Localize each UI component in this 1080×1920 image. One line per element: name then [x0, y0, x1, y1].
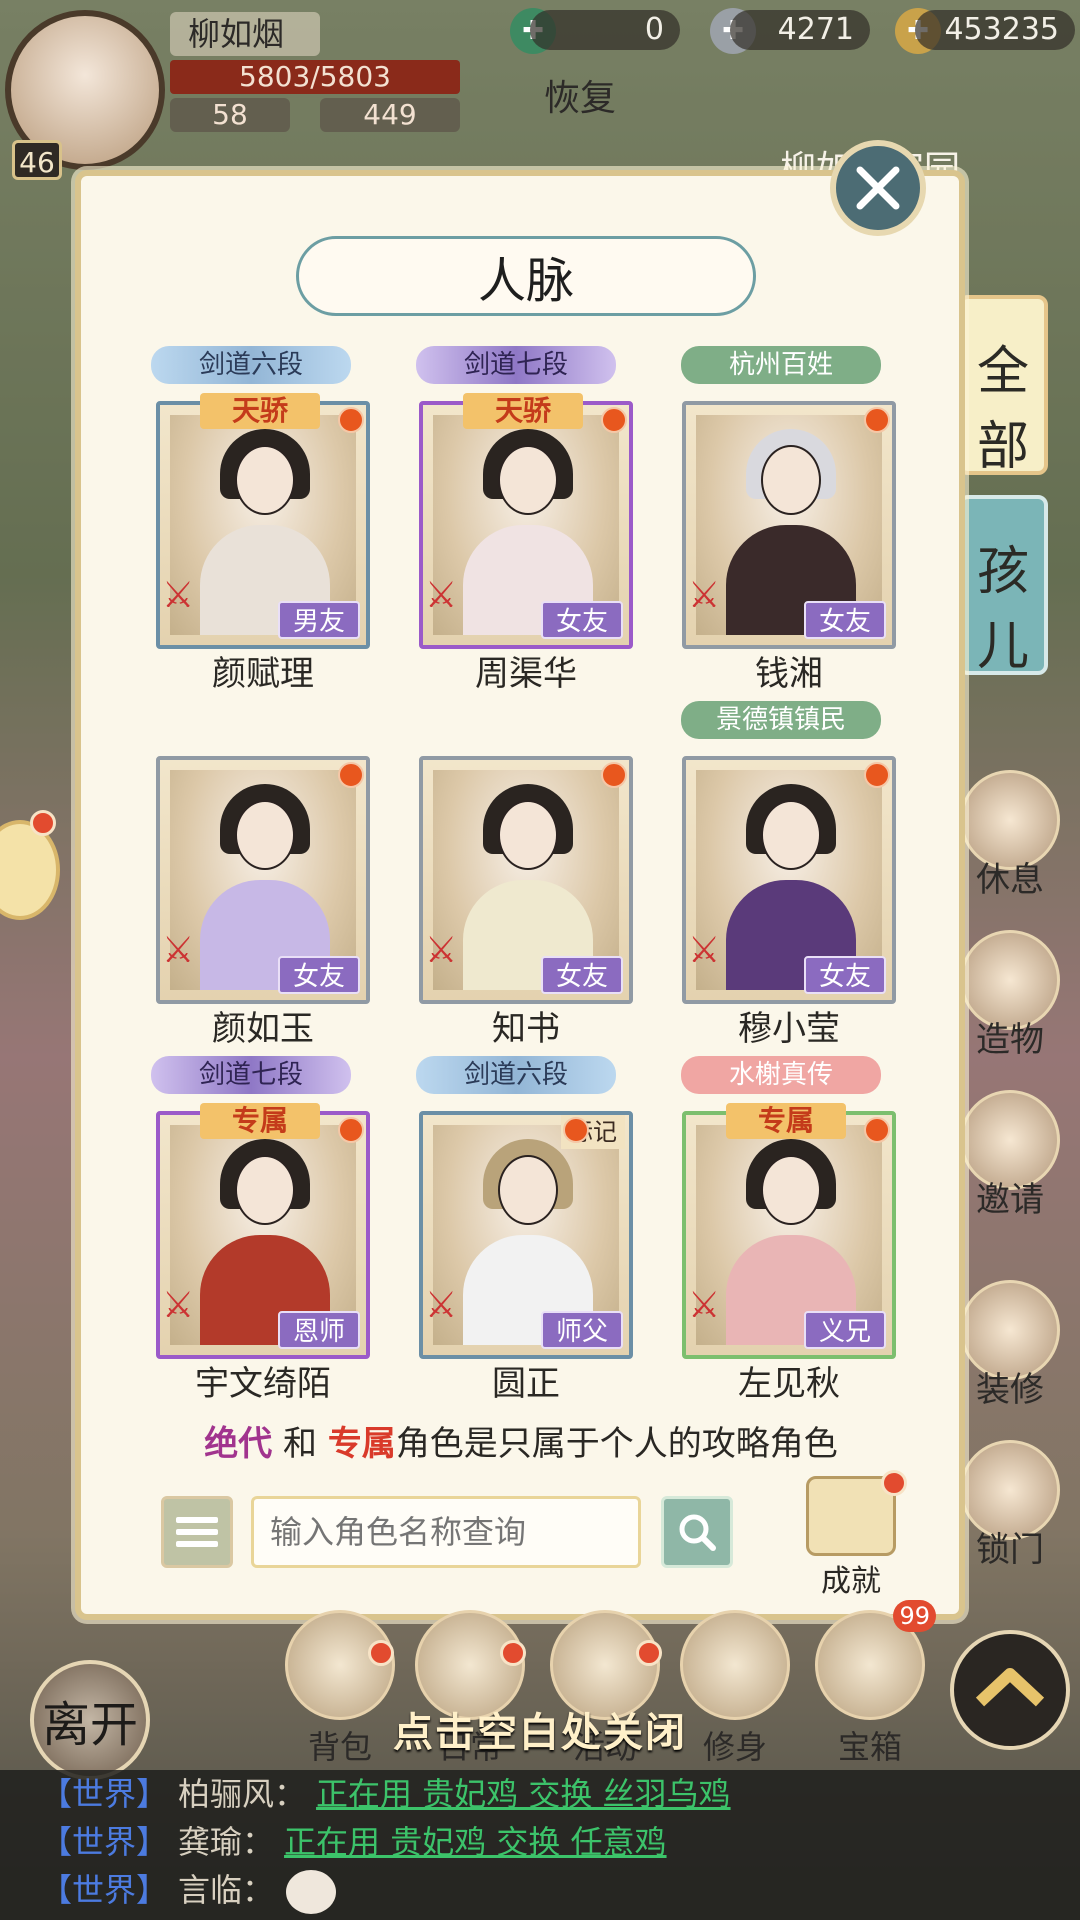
relation-tag: 师父	[541, 1311, 623, 1349]
character-card-6[interactable]: ⚔ 女友	[682, 756, 896, 1004]
modal-title: 人脉	[477, 253, 574, 309]
card-name: 周渠华	[475, 654, 577, 694]
card-ribbon: 剑道六段	[151, 346, 351, 384]
currency-silver: 4271	[730, 10, 870, 50]
character-card-9[interactable]: 专属 ⚔ 义兄	[682, 1103, 896, 1359]
card-name: 钱湘	[755, 654, 823, 694]
relation-tag: 男友	[278, 601, 360, 639]
sword-icon: ⚔	[688, 1285, 721, 1326]
exclusive-tag: 专属	[726, 1103, 846, 1139]
card-ribbon: 杭州百姓	[681, 346, 881, 384]
chat-badge	[30, 810, 56, 836]
invite-button[interactable]: 邀请	[955, 1090, 1065, 1220]
card-ribbon: 水榭真传	[681, 1056, 881, 1094]
world-chat[interactable]: 【世界】 柏骊风： 正在用 贵妃鸡 交换 丝羽乌鸡 【世界】 龚瑜： 正在用 贵妃鸡 交…	[0, 1770, 1080, 1920]
player-level: 46	[12, 140, 62, 180]
card-ribbon: 剑道七段	[416, 346, 616, 384]
notification-dot	[864, 407, 890, 433]
currency-coin: 453235	[915, 10, 1075, 50]
notification-dot	[338, 1117, 364, 1143]
sword-icon: ⚔	[425, 930, 458, 971]
card-name: 左见秋	[738, 1364, 840, 1404]
chat-line: 【世界】 柏骊风： 正在用 贵妃鸡 交换 丝羽乌鸡	[40, 1775, 731, 1813]
character-card-4[interactable]: ⚔ 女友	[156, 756, 370, 1004]
close-button[interactable]	[830, 140, 926, 236]
character-card-5[interactable]: ⚔ 女友	[419, 756, 633, 1004]
card-name: 穆小莹	[738, 1009, 840, 1049]
sword-icon: ⚔	[688, 930, 721, 971]
sword-icon: ⚔	[162, 930, 195, 971]
notification-dot	[338, 407, 364, 433]
chest-badge: 99	[893, 1600, 936, 1632]
sword-icon: ⚔	[688, 575, 721, 616]
relation-tag: 恩师	[278, 1311, 360, 1349]
character-card-3[interactable]: ⚔ 女友	[682, 401, 896, 649]
relationship-modal: 人脉 剑道六段 天骄 ⚔ 男友 颜赋理 剑道七段 天骄 ⚔ 女友 周渠华 杭州百…	[75, 170, 965, 1620]
relation-tag: 女友	[804, 956, 886, 994]
relation-tag: 女友	[541, 601, 623, 639]
notification-dot	[601, 407, 627, 433]
character-card-1[interactable]: 天骄 ⚔ 男友	[156, 393, 370, 649]
daily-badge	[500, 1640, 526, 1666]
list-icon	[176, 1517, 218, 1523]
player-hp: 5803/5803	[170, 60, 460, 94]
decorate-button[interactable]: 装修	[955, 1280, 1065, 1410]
activity-badge	[636, 1640, 662, 1666]
tab-all[interactable]: 全部	[958, 295, 1048, 477]
tab-children[interactable]: 孩儿	[958, 495, 1048, 677]
bag-badge	[368, 1640, 394, 1666]
chat-link[interactable]: 正在用 贵妃鸡 交换 任意鸡	[284, 1823, 667, 1861]
player-stat-b: 449	[320, 98, 460, 132]
achievement-button[interactable]: 成就	[801, 1470, 907, 1599]
chat-link[interactable]: 正在用 贵妃鸡 交换 丝羽乌鸡	[316, 1775, 731, 1813]
player-name: 柳如烟	[170, 12, 320, 56]
sword-icon: ⚔	[425, 575, 458, 616]
sword-icon: ⚔	[425, 1285, 458, 1326]
relation-tag: 义兄	[804, 1311, 886, 1349]
notification-dot	[864, 1117, 890, 1143]
card-ribbon: 剑道六段	[416, 1056, 616, 1094]
chat-line: 【世界】 言临：	[0, 1866, 1080, 1914]
card-name: 圆正	[492, 1364, 560, 1404]
character-card-7[interactable]: 专属 ⚔ 恩师	[156, 1103, 370, 1359]
sword-icon: ⚔	[162, 1285, 195, 1326]
card-ribbon: 景德镇镇民	[681, 701, 881, 739]
lock-door-button[interactable]: 锁门	[955, 1440, 1065, 1570]
restore-button[interactable]: 恢复	[500, 60, 660, 130]
relation-tag: 女友	[541, 956, 623, 994]
close-icon	[856, 166, 900, 210]
rest-button[interactable]: 休息	[955, 770, 1065, 900]
create-button[interactable]: 造物	[955, 930, 1065, 1060]
tianjiao-tag: 天骄	[200, 393, 320, 429]
character-card-2[interactable]: 天骄 ⚔ 女友	[419, 393, 633, 649]
notification-dot	[338, 762, 364, 788]
exclusive-tag: 专属	[200, 1103, 320, 1139]
search-icon	[679, 1514, 716, 1551]
player-stat-a: 58	[170, 98, 290, 132]
tianjiao-tag: 天骄	[463, 393, 583, 429]
modal-title-box: 人脉	[296, 236, 756, 316]
relation-tag: 女友	[804, 601, 886, 639]
notification-dot	[864, 762, 890, 788]
search-input[interactable]	[251, 1496, 641, 1568]
card-name: 宇文绮陌	[195, 1364, 331, 1404]
notification-dot	[601, 762, 627, 788]
card-name: 知书	[492, 1009, 560, 1049]
currency-frog: 0	[530, 10, 680, 50]
exclusive-hint: 绝代 和 专属角色是只属于个人的攻略角色	[204, 1424, 838, 1464]
character-card-8[interactable]: 标记 ⚔ 师父	[419, 1111, 633, 1359]
chat-line: 【世界】 龚瑜： 正在用 贵妃鸡 交换 任意鸡	[40, 1823, 667, 1861]
thinking-emoji-icon	[286, 1870, 337, 1914]
relation-tag: 女友	[278, 956, 360, 994]
sword-icon: ⚔	[162, 575, 195, 616]
card-name: 颜如玉	[212, 1009, 314, 1049]
notification-dot	[563, 1117, 589, 1143]
card-name: 颜赋理	[212, 654, 314, 694]
card-ribbon: 剑道七段	[151, 1056, 351, 1094]
achievement-badge	[881, 1470, 907, 1496]
list-filter-button[interactable]	[161, 1496, 233, 1568]
search-button[interactable]	[661, 1496, 733, 1568]
close-hint-text: 点击空白处关闭	[393, 1710, 687, 1756]
